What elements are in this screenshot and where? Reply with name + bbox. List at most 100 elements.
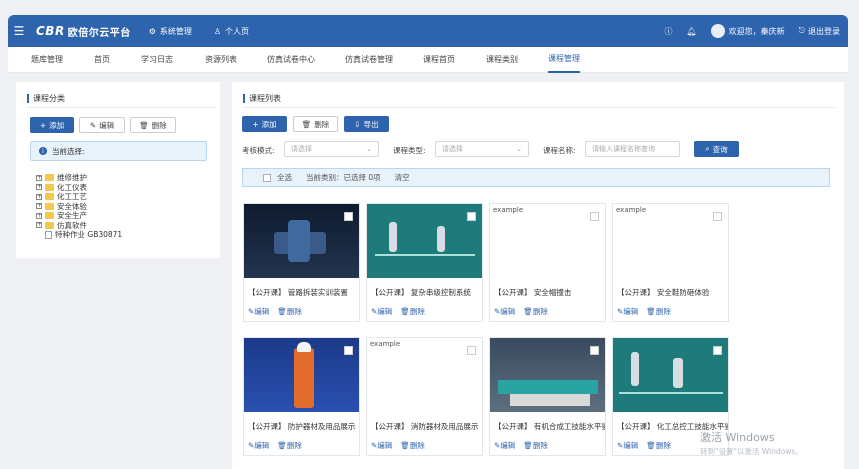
card-edit-link[interactable]: ✎编辑 (248, 440, 269, 451)
card-checkbox[interactable] (590, 212, 599, 221)
card-checkbox[interactable] (713, 212, 722, 221)
mode-select-placeholder: 请选择 (291, 145, 312, 153)
gear-icon: ⚙ (148, 26, 156, 36)
course-card[interactable]: 【公开课】 管路拆装实训装置 ✎编辑 🗑︎删除 (243, 203, 360, 322)
type-label: 课程类型: (393, 146, 426, 155)
card-edit-link[interactable]: ✎编辑 (617, 440, 638, 451)
card-delete-link[interactable]: 🗑︎删除 (523, 306, 548, 317)
user-menu[interactable]: 欢迎您，秦庆新 (710, 24, 785, 38)
expand-icon[interactable]: + (36, 174, 42, 181)
tree-item[interactable]: 特种作业 GB30871 (36, 230, 122, 240)
card-edit-link[interactable]: ✎编辑 (494, 306, 515, 317)
trash-icon: 🗑︎ (139, 120, 149, 130)
category-delete-button[interactable]: 🗑︎ 删除 (130, 117, 176, 133)
tree-item[interactable]: + 安全体验 (36, 202, 122, 212)
user-icon: ♙ (213, 26, 222, 36)
course-name-input[interactable]: 请输入课程名称查询 (585, 141, 680, 157)
type-select[interactable]: 请选择 ⌄ (435, 141, 529, 157)
tab-course-category[interactable]: 课程类别 (486, 47, 518, 73)
course-title: 【公开课】 防护器材及用品展示 (248, 422, 356, 431)
course-delete-button[interactable]: 🗑︎ 删除 (293, 116, 338, 132)
card-delete-link[interactable]: 🗑︎删除 (646, 306, 671, 317)
tab-course-management[interactable]: 课程管理 (548, 47, 580, 73)
course-card[interactable]: example 【公开课】 消防器材及用品展示 ✎编辑 🗑︎删除 (366, 337, 483, 456)
course-export-button[interactable]: ⇩ 导出 (344, 116, 389, 132)
course-card[interactable]: 【公开课】 有机合成工技能水平鉴 ✎编辑 🗑︎删除 (489, 337, 606, 456)
card-checkbox[interactable] (467, 212, 476, 221)
helmet-image (297, 342, 311, 352)
tree-item-label: 安全生产 (57, 211, 87, 220)
clear-selection-link[interactable]: 清空 (395, 172, 410, 183)
tree-item-label: 安全体验 (57, 201, 87, 211)
card-checkbox[interactable] (590, 346, 599, 355)
tab-home[interactable]: 首页 (94, 47, 110, 73)
course-card[interactable]: 【公开课】 复杂串级控制系统 ✎编辑 🗑︎删除 (366, 203, 483, 322)
folder-icon (45, 221, 54, 229)
tab-study-log[interactable]: 学习日志 (141, 47, 173, 73)
course-card[interactable]: example 【公开课】 安全鞋防砸体验 ✎编辑 🗑︎删除 (612, 203, 729, 322)
tab-resource-list[interactable]: 资源列表 (205, 47, 237, 73)
bell-icon[interactable]: 🔔︎ (687, 27, 697, 36)
tab-question-bank[interactable]: 题库管理 (31, 47, 63, 73)
trash-icon: 🗑︎ (400, 441, 410, 450)
tree-item[interactable]: + 维修维护 (36, 173, 122, 183)
logo-mark: CBR (36, 24, 65, 38)
menu-toggle-icon[interactable]: ☰ (8, 15, 30, 47)
category-edit-button[interactable]: ✎ 编辑 (79, 117, 125, 133)
card-delete-link[interactable]: 🗑︎删除 (400, 440, 425, 451)
lab-bench-image (498, 380, 598, 394)
expand-icon[interactable]: + (36, 212, 42, 219)
expand-icon[interactable]: + (36, 203, 42, 210)
query-label: 查询 (712, 144, 728, 154)
card-edit-link[interactable]: ✎编辑 (371, 306, 392, 317)
card-edit-link[interactable]: ✎编辑 (248, 306, 269, 317)
top-bar: ☰ CBR 欧倍尔云平台 ⚙ 系统管理 ♙ 个人页 ⓘ 🔔︎ 欢迎您，秦庆新 ⎋… (8, 15, 848, 47)
tree-item-label: 化工仪表 (57, 182, 87, 192)
tree-item[interactable]: + 化工仪表 (36, 183, 122, 193)
card-delete-label: 删除 (286, 307, 302, 316)
tab-sim-exam-center[interactable]: 仿真试卷中心 (267, 47, 315, 73)
card-checkbox[interactable] (713, 346, 722, 355)
card-checkbox[interactable] (344, 212, 353, 221)
tab-sim-exam-management[interactable]: 仿真试卷管理 (345, 47, 393, 73)
expand-icon[interactable]: + (36, 222, 42, 229)
card-delete-link[interactable]: 🗑︎删除 (277, 306, 302, 317)
card-edit-link[interactable]: ✎编辑 (617, 306, 638, 317)
select-all[interactable]: 全选 (263, 172, 292, 183)
help-icon[interactable]: ⓘ (665, 26, 673, 37)
card-edit-link[interactable]: ✎编辑 (494, 440, 515, 451)
card-delete-link[interactable]: 🗑︎删除 (646, 440, 671, 451)
expand-icon[interactable]: + (36, 193, 42, 200)
query-button[interactable]: ⌕ 查询 (694, 141, 739, 157)
nav-personal-page[interactable]: ♙ 个人页 (214, 26, 249, 37)
expand-icon[interactable]: + (36, 184, 42, 191)
nav-system-management[interactable]: ⚙ 系统管理 (149, 26, 192, 37)
select-all-checkbox[interactable] (263, 173, 271, 182)
card-edit-link[interactable]: ✎编辑 (371, 440, 392, 451)
mode-select[interactable]: 请选择 ⌄ (284, 141, 379, 157)
selection-status: 当前类别：已选择 0项 (306, 173, 381, 182)
card-delete-link[interactable]: 🗑︎删除 (277, 440, 302, 451)
trash-icon: 🗑︎ (400, 307, 410, 316)
logout-button[interactable]: ⎋ 退出登录 (799, 26, 840, 37)
card-delete-link[interactable]: 🗑︎删除 (400, 306, 425, 317)
category-title-text: 课程分类 (33, 94, 65, 103)
course-title: 【公开课】 消防器材及用品展示 (371, 422, 479, 431)
tree-item[interactable]: + 安全生产 (36, 211, 122, 221)
card-edit-label: 编辑 (623, 441, 639, 450)
tree-item[interactable]: + 仿真软件 (36, 221, 122, 231)
tree-item[interactable]: + 化工工艺 (36, 192, 122, 202)
card-checkbox[interactable] (467, 346, 476, 355)
category-add-button[interactable]: + 添加 (30, 117, 74, 133)
tab-course-home[interactable]: 课程首页 (423, 47, 455, 73)
card-delete-link[interactable]: 🗑︎删除 (523, 440, 548, 451)
card-checkbox[interactable] (344, 346, 353, 355)
course-card[interactable]: example 【公开课】 安全帽撞击 ✎编辑 🗑︎删除 (489, 203, 606, 322)
type-select-placeholder: 请选择 (442, 145, 463, 153)
column-diagram-image (673, 358, 683, 388)
trash-icon: 🗑︎ (277, 441, 287, 450)
current-selection-label: 当前选择: (52, 146, 85, 156)
course-add-button[interactable]: + 添加 (242, 116, 287, 132)
windows-watermark-subtitle: 转到"设置"以激活 Windows。 (700, 447, 803, 456)
course-card[interactable]: 【公开课】 防护器材及用品展示 ✎编辑 🗑︎删除 (243, 337, 360, 456)
